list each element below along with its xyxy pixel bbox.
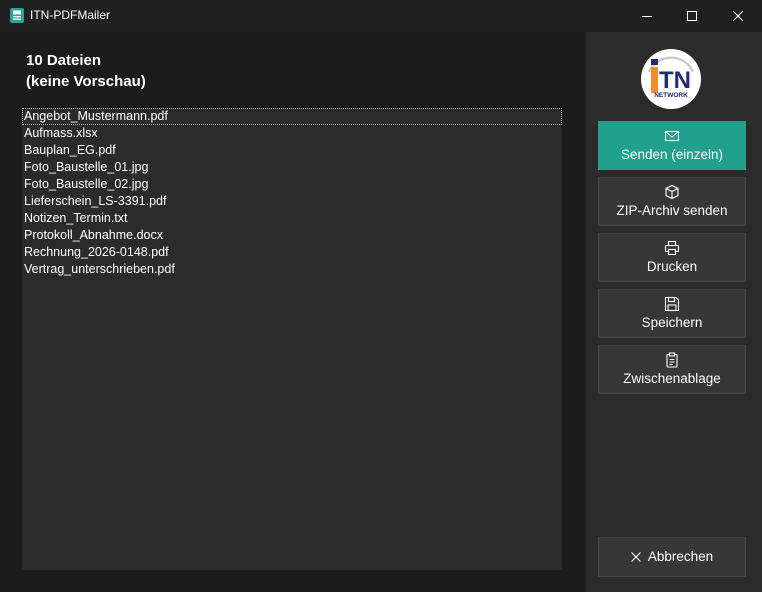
file-summary-heading: 10 Dateien (keine Vorschau) <box>26 50 146 92</box>
logo-text: TN <box>659 67 691 94</box>
clipboard-button[interactable]: Zwischenablage <box>598 345 746 394</box>
itn-network-logo: TN NETWORK <box>641 49 701 109</box>
envelope-icon <box>664 130 680 142</box>
close-icon <box>733 11 743 21</box>
window-title: ITN-PDFMailer <box>30 8 110 22</box>
list-item[interactable]: Protokoll_Abnahme.docx <box>22 227 562 244</box>
cancel-label: Abbrechen <box>647 549 714 564</box>
list-item[interactable]: Foto_Baustelle_02.jpg <box>22 176 562 193</box>
list-item[interactable]: Vertrag_unterschrieben.pdf <box>22 261 562 278</box>
maximize-button[interactable] <box>669 0 715 32</box>
clipboard-label: Zwischenablage <box>623 371 721 386</box>
list-item[interactable]: Angebot_Mustermann.pdf <box>22 108 562 125</box>
minimize-button[interactable] <box>624 0 670 32</box>
save-label: Speichern <box>641 315 703 330</box>
preview-status-label: (keine Vorschau) <box>26 73 146 90</box>
maximize-icon <box>687 11 697 21</box>
print-label: Drucken <box>646 259 698 274</box>
list-item[interactable]: Aufmass.xlsx <box>22 125 562 142</box>
package-icon <box>665 184 679 200</box>
clipboard-icon <box>666 352 678 368</box>
file-count-label: 10 Dateien <box>26 52 102 69</box>
file-list[interactable]: Angebot_Mustermann.pdf Aufmass.xlsx Baup… <box>22 108 562 570</box>
logo-subtext: NETWORK <box>654 92 688 99</box>
send-zip-label: ZIP-Archiv senden <box>616 203 728 218</box>
action-sidebar: TN NETWORK Senden (einzeln) ZIP-Archiv s… <box>586 32 762 592</box>
list-item[interactable]: Rechnung_2026-0148.pdf <box>22 244 562 261</box>
app-icon <box>10 8 24 23</box>
app-window: ITN-PDFMailer 10 Dateien (keine Vorschau… <box>0 0 762 592</box>
close-icon <box>630 552 641 562</box>
minimize-icon <box>642 16 652 17</box>
save-button[interactable]: Speichern <box>598 289 746 338</box>
list-item[interactable]: Lieferschein_LS-3391.pdf <box>22 193 562 210</box>
file-panel: 10 Dateien (keine Vorschau) Angebot_Must… <box>0 32 585 592</box>
list-item[interactable]: Bauplan_EG.pdf <box>22 142 562 159</box>
close-window-button[interactable] <box>715 0 761 32</box>
print-button[interactable]: Drucken <box>598 233 746 282</box>
send-single-button[interactable]: Senden (einzeln) <box>598 121 746 170</box>
send-zip-button[interactable]: ZIP-Archiv senden <box>598 177 746 226</box>
floppy-disk-icon <box>664 296 680 312</box>
send-single-label: Senden (einzeln) <box>620 147 724 162</box>
list-item[interactable]: Notizen_Termin.txt <box>22 210 562 227</box>
printer-icon <box>664 240 680 256</box>
cancel-button[interactable]: Abbrechen <box>598 537 746 577</box>
list-item[interactable]: Foto_Baustelle_01.jpg <box>22 159 562 176</box>
title-bar[interactable]: ITN-PDFMailer <box>0 0 762 32</box>
